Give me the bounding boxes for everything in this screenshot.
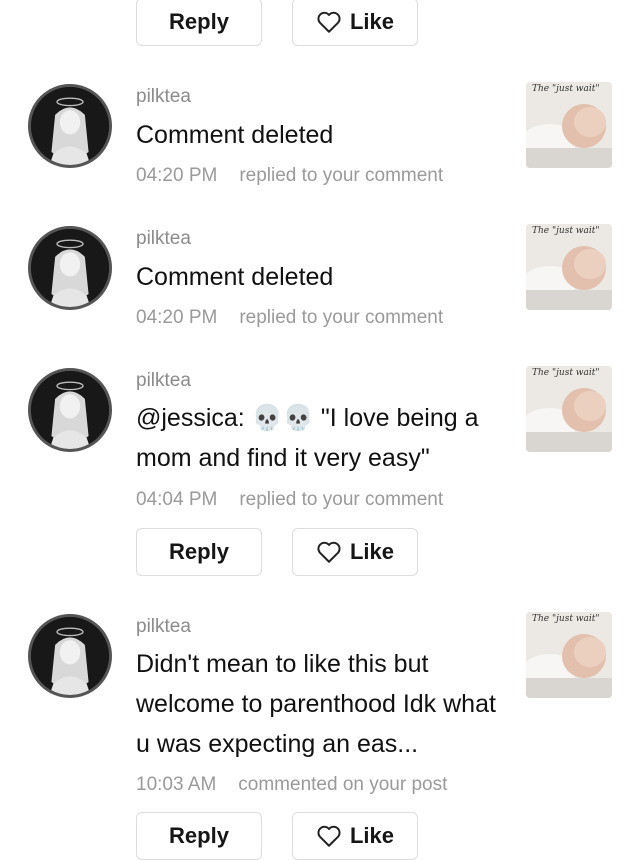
- action-text: replied to your comment: [239, 489, 444, 510]
- action-text: commented on your post: [238, 774, 448, 795]
- timestamp: 10:03 AM: [136, 774, 217, 795]
- post-thumbnail[interactable]: The "just wait": [526, 224, 612, 310]
- thumbnail-caption: The "just wait": [532, 84, 600, 94]
- avatar[interactable]: [28, 614, 112, 698]
- avatar[interactable]: [28, 84, 112, 168]
- reply-button[interactable]: Reply: [136, 0, 262, 46]
- heart-icon: [316, 824, 342, 848]
- notification-meta: 04:20 PM replied to your comment: [136, 307, 443, 329]
- thumbnail-caption: The "just wait": [532, 614, 600, 624]
- avatar[interactable]: [28, 226, 112, 310]
- post-thumbnail[interactable]: The "just wait": [526, 82, 612, 168]
- post-thumbnail[interactable]: The "just wait": [526, 366, 612, 452]
- timestamp: 04:20 PM: [136, 307, 218, 328]
- username[interactable]: pilktea: [136, 86, 191, 108]
- notification-meta: 10:03 AM commented on your post: [136, 774, 447, 796]
- notification-meta: 04:04 PM replied to your comment: [136, 489, 443, 511]
- reply-button-label: Reply: [169, 823, 229, 848]
- reply-button-label: Reply: [169, 9, 229, 34]
- action-text: replied to your comment: [239, 307, 444, 328]
- post-thumbnail[interactable]: The "just wait": [526, 612, 612, 698]
- like-button-label: Like: [349, 9, 395, 34]
- reply-button[interactable]: Reply: [136, 528, 262, 576]
- username[interactable]: pilktea: [136, 228, 191, 250]
- avatar[interactable]: [28, 368, 112, 452]
- like-button-label: Like: [349, 539, 395, 564]
- timestamp: 04:04 PM: [136, 489, 218, 510]
- thumbnail-caption: The "just wait": [532, 226, 600, 236]
- reply-button-label: Reply: [169, 539, 229, 564]
- comment-text: @jessica: 💀💀 "I love being a mom and fin…: [136, 404, 479, 472]
- like-button-label: Like: [349, 823, 395, 848]
- timestamp: 04:20 PM: [136, 165, 218, 186]
- comment-text: Didn't mean to like this but welcome to …: [136, 650, 496, 758]
- like-button[interactable]: Like: [292, 528, 418, 576]
- username[interactable]: pilktea: [136, 370, 191, 392]
- username[interactable]: pilktea: [136, 616, 191, 638]
- thumbnail-caption: The "just wait": [532, 368, 600, 378]
- action-text: replied to your comment: [239, 165, 444, 186]
- notification-meta: 04:20 PM replied to your comment: [136, 165, 443, 187]
- heart-icon: [316, 10, 342, 34]
- like-button[interactable]: Like: [292, 0, 418, 46]
- comment-text: Comment deleted: [136, 121, 334, 149]
- comment-text: Comment deleted: [136, 263, 334, 291]
- heart-icon: [316, 540, 342, 564]
